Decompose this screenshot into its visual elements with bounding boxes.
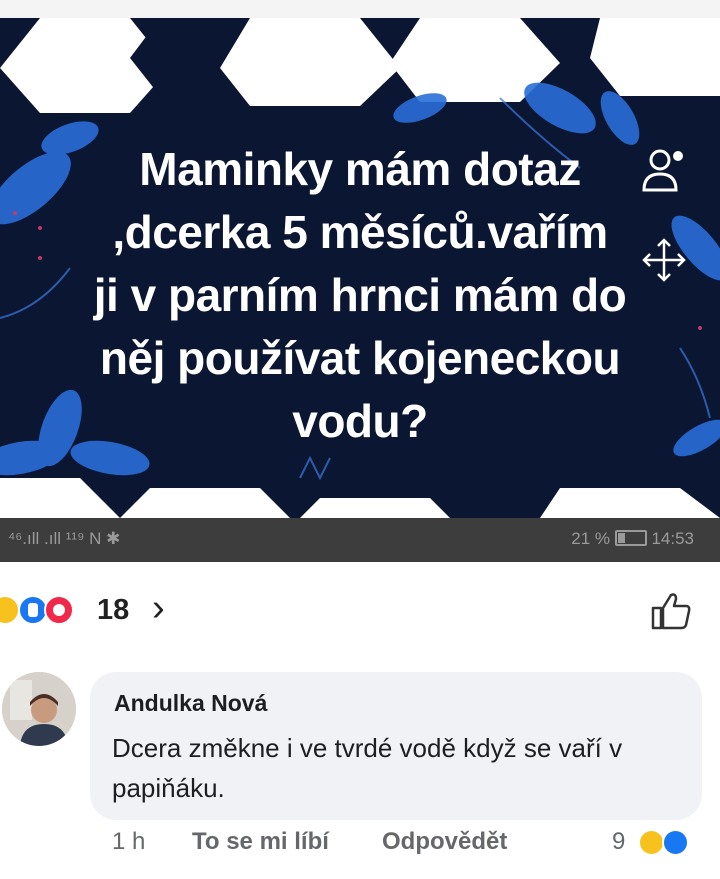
- expand-arrows-icon[interactable]: [640, 236, 688, 284]
- status-bar: ⁴⁶.ıll .ıll ¹¹⁹ N ✱ 21 % 14:53: [0, 518, 720, 562]
- comment-time[interactable]: 1 h: [112, 828, 145, 856]
- like-reaction-icon: [662, 829, 689, 856]
- reactions-summary[interactable]: 18 ›: [0, 562, 720, 659]
- image-text-line: Maminky mám dotaz: [139, 143, 581, 195]
- battery-icon: [614, 530, 647, 546]
- comment-bubble: Andulka Nová Dcera změkne i ve tvrdé vod…: [90, 672, 702, 820]
- avatar[interactable]: [2, 672, 76, 746]
- post-image-text: Maminky mám dotaz ,dcerka 5 měsíců.vařím…: [40, 138, 680, 453]
- clock: 14:53: [651, 529, 694, 548]
- status-right: 21 % 14:53: [571, 529, 694, 549]
- person-settings-icon[interactable]: [640, 146, 688, 194]
- battery-label: 21 %: [571, 529, 610, 548]
- love-reaction-icon: [44, 595, 74, 625]
- magic-wand-icon[interactable]: [640, 52, 686, 98]
- signal-indicators: ⁴⁶.ıll .ıll ¹¹⁹ N ✱: [8, 529, 121, 548]
- comment-like-button[interactable]: To se mi líbí: [192, 828, 329, 856]
- comment-text: Dcera změkne i ve tvrdé vodě když se vař…: [112, 733, 623, 803]
- comment-reaction-count[interactable]: 9: [612, 828, 625, 856]
- haha-reaction-icon: [0, 595, 20, 625]
- image-text-line: ji v parním hrnci mám do: [93, 269, 627, 321]
- image-text-line: ,dcerka 5 měsíců.vařím: [112, 206, 608, 258]
- comment: Andulka Nová Dcera změkne i ve tvrdé vod…: [0, 658, 720, 879]
- like-button[interactable]: [650, 591, 692, 631]
- post-image[interactable]: Maminky mám dotaz ,dcerka 5 měsíců.vařím…: [0, 18, 720, 518]
- top-strip: [0, 0, 720, 18]
- reaction-count[interactable]: 18: [97, 594, 129, 627]
- image-text-line: něj používat kojeneckou: [99, 332, 621, 384]
- comment-author[interactable]: Andulka Nová: [114, 690, 267, 717]
- haha-reaction-icon: [638, 829, 665, 856]
- comment-reply-button[interactable]: Odpovědět: [382, 828, 507, 856]
- chevron-right-icon[interactable]: ›: [152, 587, 165, 630]
- image-text-line: vodu?: [292, 395, 428, 447]
